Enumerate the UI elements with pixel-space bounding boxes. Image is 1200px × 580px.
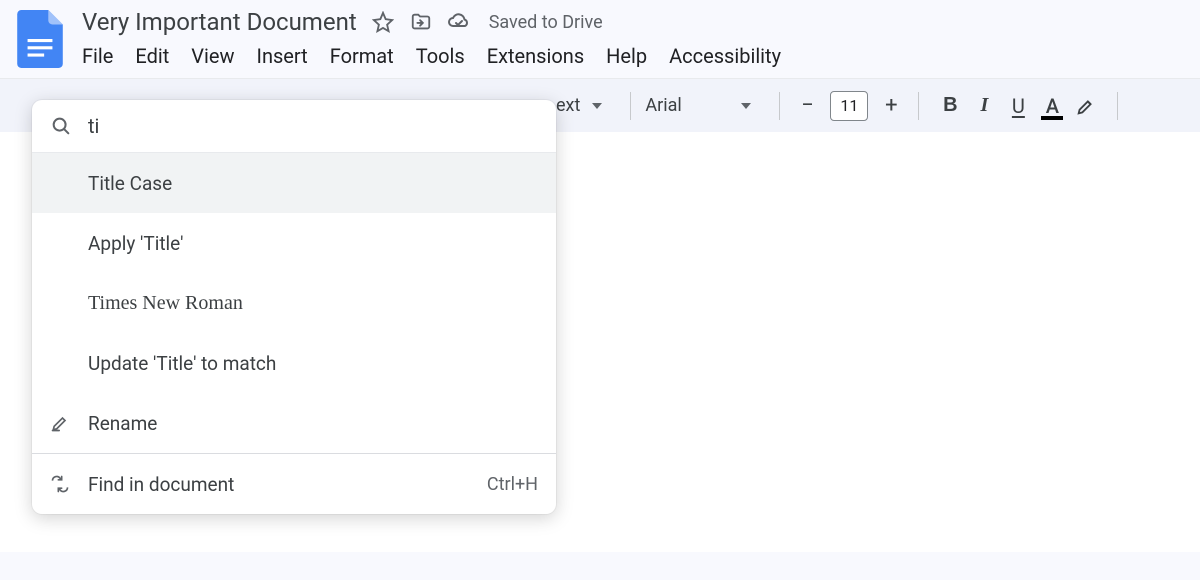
menu-view[interactable]: View bbox=[191, 44, 234, 68]
toolbar-divider bbox=[918, 92, 919, 120]
result-label: Rename bbox=[88, 412, 538, 435]
find-replace-icon bbox=[50, 474, 88, 494]
underline-button[interactable]: U bbox=[1001, 89, 1035, 123]
result-label: Title Case bbox=[88, 172, 538, 195]
highlight-color-button[interactable] bbox=[1069, 89, 1103, 123]
find-label: Find in document bbox=[88, 473, 487, 496]
result-label: Apply 'Title' bbox=[88, 232, 538, 255]
move-icon[interactable] bbox=[409, 10, 433, 34]
text-color-button[interactable]: A bbox=[1035, 89, 1069, 123]
search-result-item[interactable]: Times New Roman bbox=[32, 273, 556, 333]
search-result-item[interactable]: Title Case bbox=[32, 153, 556, 213]
styles-dropdown-fragment[interactable]: ext bbox=[556, 95, 580, 116]
help-search-input[interactable] bbox=[88, 114, 538, 138]
search-result-item[interactable]: Apply 'Title' bbox=[32, 213, 556, 273]
search-icon bbox=[50, 115, 72, 137]
find-in-document-item[interactable]: Find in document Ctrl+H bbox=[32, 454, 556, 514]
toolbar-divider bbox=[1117, 92, 1118, 120]
bold-button[interactable]: B bbox=[933, 89, 967, 123]
search-result-item[interactable]: Update 'Title' to match bbox=[32, 333, 556, 393]
find-shortcut: Ctrl+H bbox=[487, 474, 538, 495]
menu-bar: File Edit View Insert Format Tools Extensions H… bbox=[82, 44, 1184, 78]
document-title[interactable]: Very Important Document bbox=[82, 8, 357, 36]
menu-file[interactable]: File bbox=[82, 44, 113, 68]
menu-help[interactable]: Help bbox=[606, 44, 647, 68]
menu-extensions[interactable]: Extensions bbox=[487, 44, 584, 68]
toolbar-divider bbox=[630, 92, 631, 120]
saved-status: Saved to Drive bbox=[489, 12, 603, 33]
increase-font-size-button[interactable]: + bbox=[878, 93, 904, 119]
decrease-font-size-button[interactable]: − bbox=[794, 93, 820, 119]
menu-insert[interactable]: Insert bbox=[257, 44, 308, 68]
chevron-down-icon[interactable] bbox=[741, 103, 751, 109]
result-label: Update 'Title' to match bbox=[88, 352, 538, 375]
help-search-panel: Title Case Apply 'Title' Times New Roman Up… bbox=[32, 100, 556, 514]
star-icon[interactable] bbox=[371, 10, 395, 34]
search-result-item[interactable]: Rename bbox=[32, 393, 556, 453]
cloud-saved-icon[interactable] bbox=[447, 10, 471, 34]
menu-accessibility[interactable]: Accessibility bbox=[669, 44, 781, 68]
docs-app-icon[interactable] bbox=[16, 10, 64, 68]
menu-edit[interactable]: Edit bbox=[135, 44, 169, 68]
result-label: Times New Roman bbox=[88, 292, 538, 315]
chevron-down-icon[interactable] bbox=[592, 103, 602, 109]
rename-icon bbox=[50, 413, 88, 433]
font-size-input[interactable]: 11 bbox=[830, 91, 868, 121]
italic-button[interactable]: I bbox=[967, 89, 1001, 123]
font-family-dropdown[interactable]: Arial bbox=[645, 95, 735, 116]
toolbar-divider bbox=[779, 92, 780, 120]
menu-format[interactable]: Format bbox=[330, 44, 394, 68]
menu-tools[interactable]: Tools bbox=[416, 44, 465, 68]
